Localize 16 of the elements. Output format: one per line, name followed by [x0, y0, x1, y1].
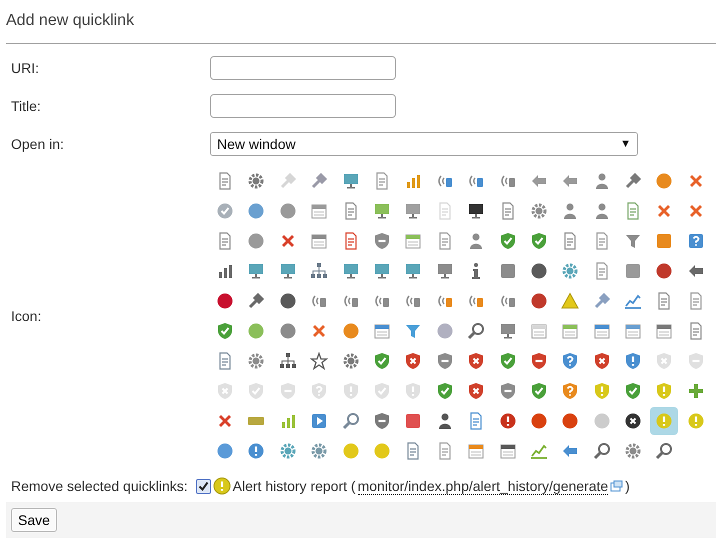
field-label: URI:	[11, 60, 40, 76]
text-field[interactable]	[210, 56, 396, 80]
save-button[interactable]: Save	[11, 508, 57, 532]
field-label: Remove selected quicklinks:	[11, 478, 188, 494]
quicklink-link[interactable]: monitor/index.php/alert_history/generate	[358, 478, 608, 494]
text-field[interactable]	[210, 94, 396, 118]
external-window-icon	[610, 480, 624, 492]
field-label: Open in:	[11, 136, 65, 152]
alert-icon	[212, 477, 231, 495]
checkbox[interactable]	[196, 478, 211, 494]
field-label: Title:	[11, 98, 42, 114]
page-title: Add new quicklink	[6, 0, 716, 44]
closing-parenthesis: )	[625, 478, 630, 494]
quicklink-title: Alert history report (	[232, 478, 356, 494]
open-in-dropdown[interactable]: New window ▼	[210, 132, 638, 156]
field-label: Icon:	[11, 308, 42, 324]
